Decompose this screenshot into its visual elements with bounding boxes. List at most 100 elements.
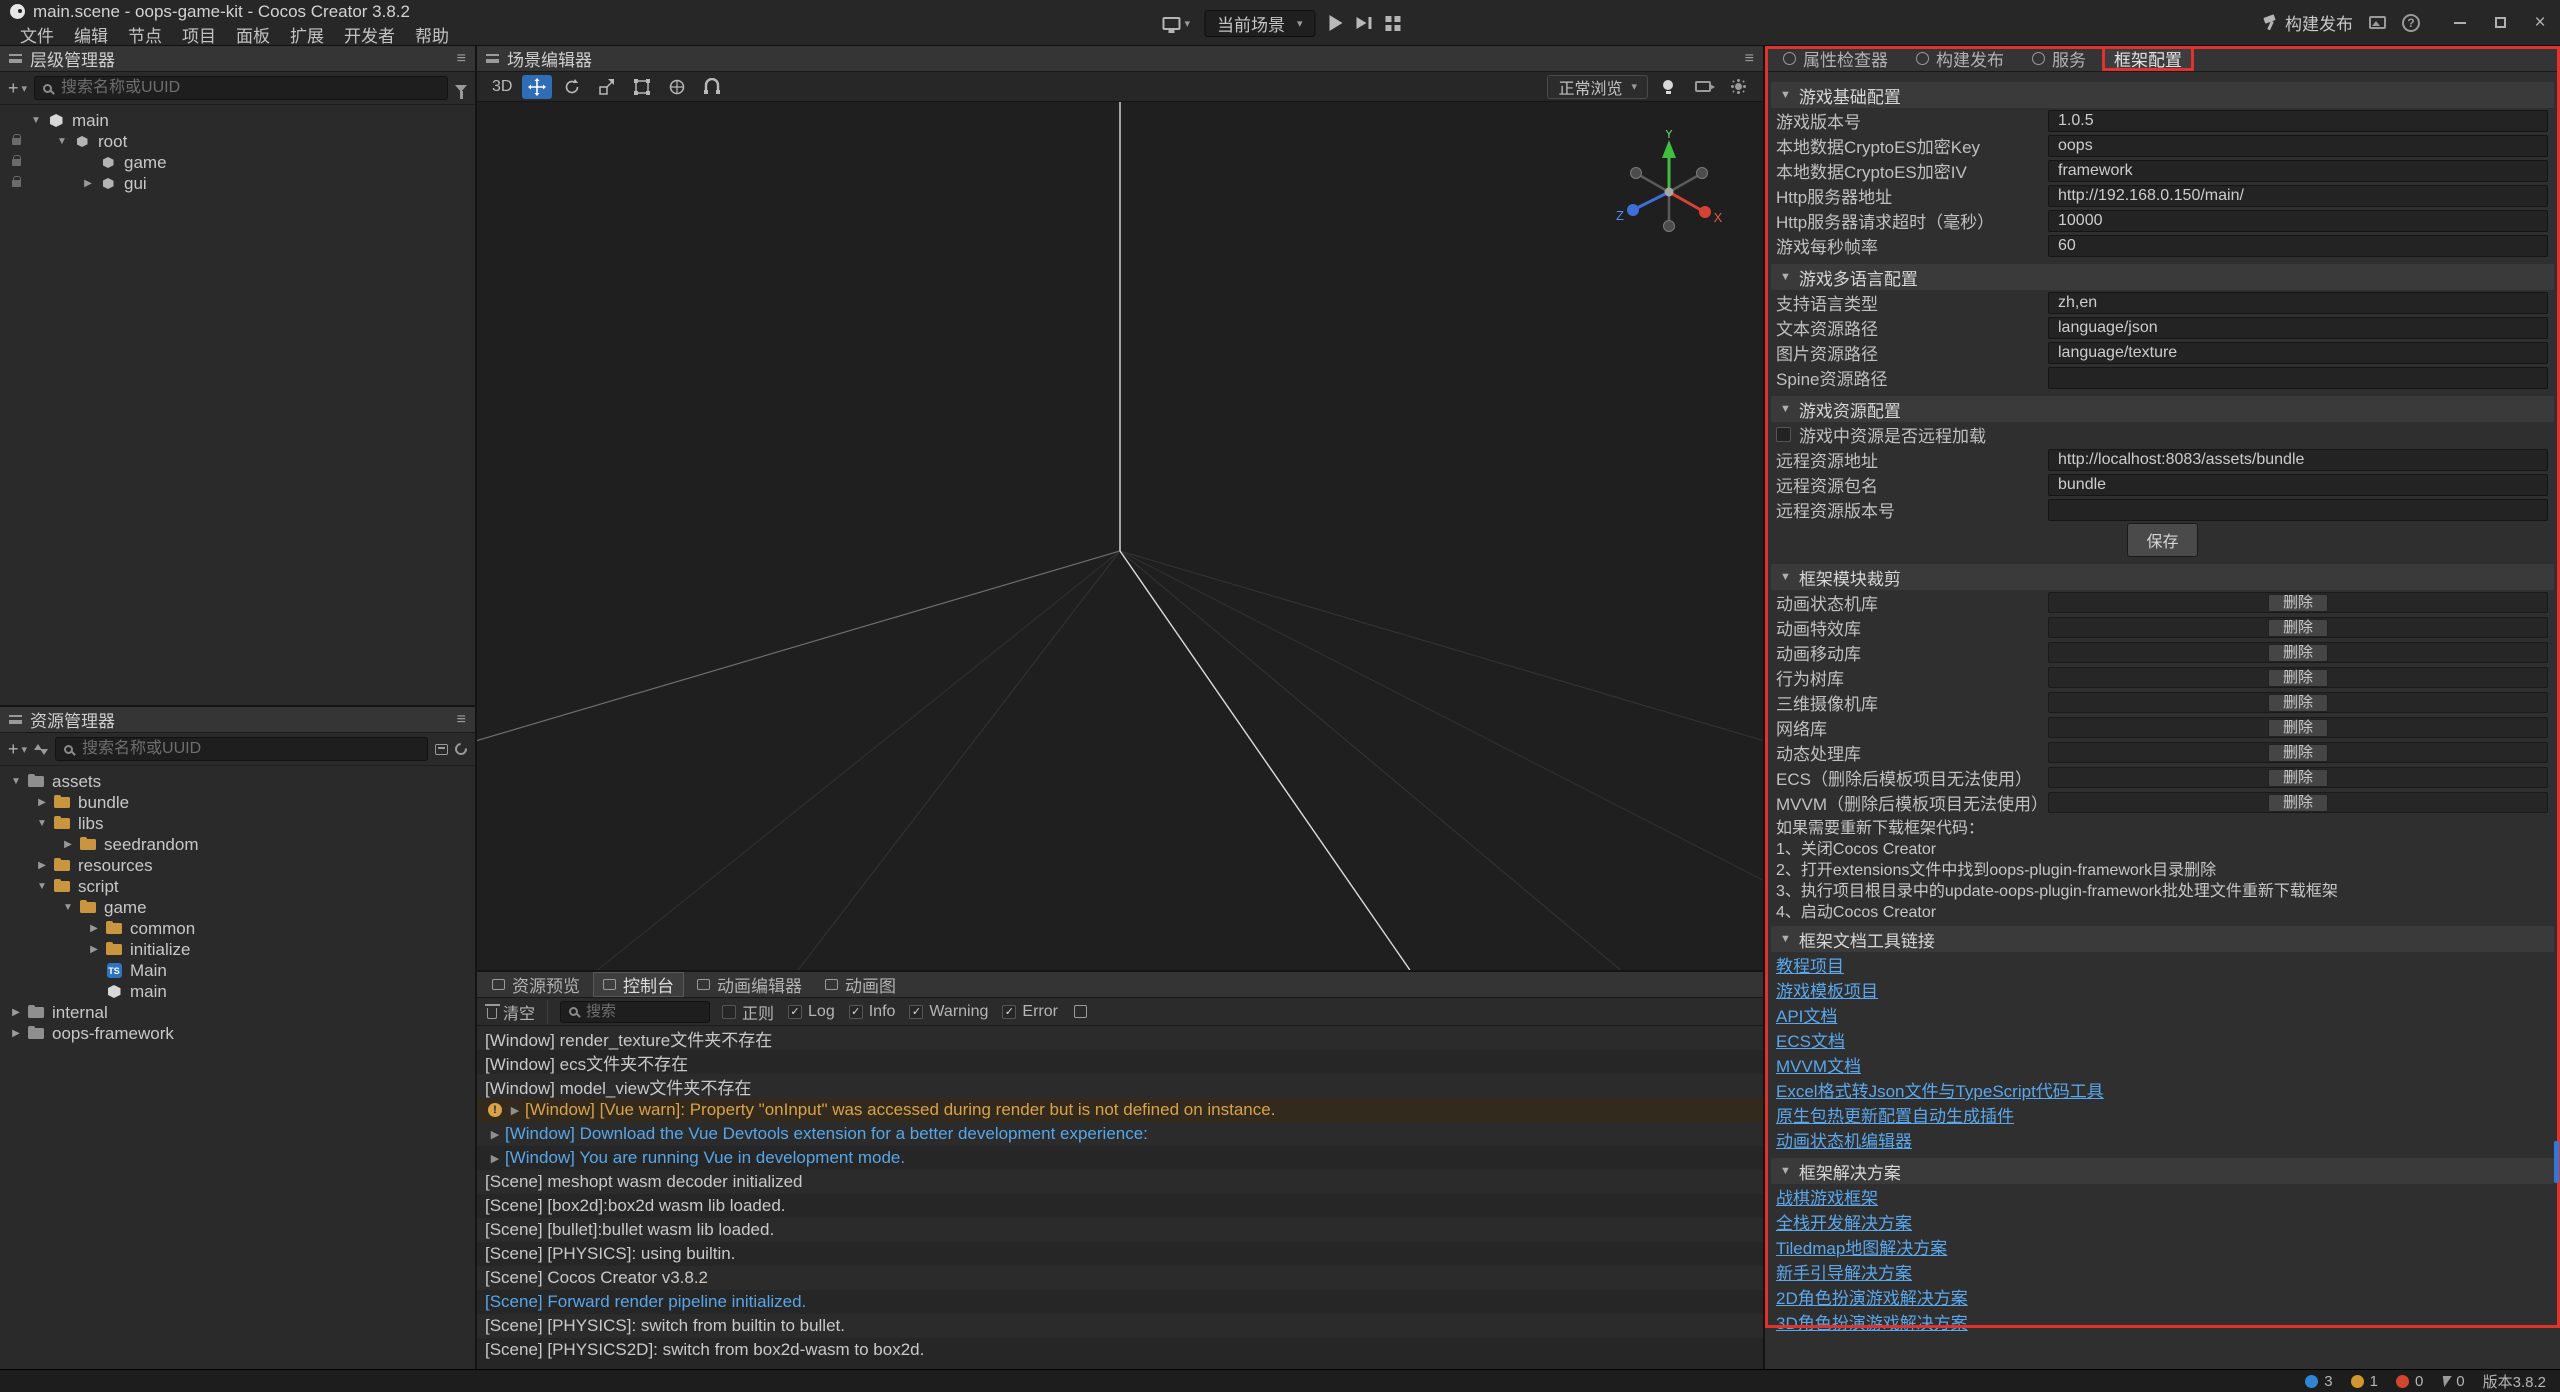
doc-link[interactable]: ECS文档 [1776,1027,1845,1052]
solution-link[interactable]: 新手引导解决方案 [1776,1259,1912,1284]
expand-arrow-icon[interactable] [84,923,104,934]
expand-arrow-icon[interactable] [26,115,46,126]
tree-node[interactable]: root [0,131,475,152]
inspector-tab[interactable]: 属性检查器 [1771,46,1900,71]
property-input[interactable] [2048,235,2548,257]
lock-icon[interactable] [12,159,21,166]
log-row[interactable]: [Scene] [PHYSICS2D]: switch from box2d-w… [477,1338,1763,1362]
solution-link[interactable]: 全栈开发解决方案 [1776,1209,1912,1234]
warn-count[interactable]: 1 [2351,1373,2378,1390]
log-row[interactable]: [Scene] [PHYSICS]: switch from builtin t… [477,1314,1763,1338]
doc-link[interactable]: MVVM文档 [1776,1052,1861,1077]
close-button[interactable]: × [2530,13,2550,33]
section-docs[interactable]: ▼ 框架文档工具链接 [1771,926,2554,952]
filter-checkbox[interactable] [909,1005,923,1019]
property-input[interactable] [2048,499,2548,521]
log-row[interactable]: [Scene] Cocos Creator v3.8.2 [477,1266,1763,1290]
expand-arrow-icon[interactable] [32,881,52,892]
dimension-toggle-button[interactable]: 3D [487,75,517,99]
section-resources[interactable]: ▼ 游戏资源配置 [1771,396,2554,422]
collapse-all-icon[interactable] [435,744,448,755]
log-row[interactable]: [Scene] [bullet]:bullet wasm lib loaded. [477,1218,1763,1242]
rotate-tool-button[interactable] [557,75,587,99]
lighting-toggle-button[interactable] [1653,75,1683,99]
scrollbar-thumb[interactable] [2554,1141,2559,1183]
asset-node[interactable]: initialize [0,939,475,960]
tree-node[interactable]: gui [0,173,475,194]
expand-arrow-icon[interactable] [52,136,72,147]
preview-image-icon[interactable] [2369,16,2386,29]
rect-tool-button[interactable] [627,75,657,99]
scale-tool-button[interactable] [592,75,622,99]
asset-node[interactable]: game [0,897,475,918]
build-publish-button[interactable]: 构建发布 [2263,10,2353,35]
menu-item[interactable]: 节点 [118,22,172,47]
remote-load-checkbox[interactable] [1776,427,1791,442]
log-expand-icon[interactable] [485,1152,505,1165]
sort-icon[interactable] [34,743,48,756]
menu-item[interactable]: 文件 [10,22,64,47]
log-expand-icon[interactable] [505,1104,525,1117]
property-input[interactable] [2048,292,2548,314]
assets-search-input[interactable] [80,739,419,759]
delete-button[interactable]: 删除 [2268,594,2328,612]
export-log-icon[interactable] [1074,1005,1087,1018]
log-row[interactable]: [Scene] meshopt wasm decoder initialized [477,1170,1763,1194]
asset-node[interactable]: internal [0,1002,475,1023]
console-tab[interactable]: 资源预览 [482,972,590,997]
asset-node[interactable]: Main [0,960,475,981]
log-row[interactable]: [Window] Download the Vue Devtools exten… [477,1122,1763,1146]
log-row[interactable]: [Scene] [box2d]:box2d wasm lib loaded. [477,1194,1763,1218]
hierarchy-search-input[interactable] [59,78,439,98]
delete-button[interactable]: 删除 [2268,744,2328,762]
menu-item[interactable]: 开发者 [334,22,405,47]
solution-link[interactable]: Tiledmap地图解决方案 [1776,1234,1947,1259]
axis-gizmo[interactable]: Y X Z [1609,130,1729,250]
expand-arrow-icon[interactable] [32,818,52,829]
property-input[interactable] [2048,160,2548,182]
help-icon[interactable] [2402,14,2420,32]
panel-menu-icon[interactable]: ≡ [1745,50,1754,68]
console-tab[interactable]: 动画编辑器 [687,972,812,997]
scene-settings-button[interactable] [1723,75,1753,99]
delete-button[interactable]: 删除 [2268,769,2328,787]
log-count[interactable]: 3 [2305,1373,2332,1390]
section-game-basic[interactable]: ▼ 游戏基础配置 [1771,82,2554,108]
asset-node[interactable]: libs [0,813,475,834]
log-row[interactable]: [Scene] [PHYSICS]: using builtin. [477,1242,1763,1266]
log-row[interactable]: [Window] You are running Vue in developm… [477,1146,1763,1170]
minimize-button[interactable] [2450,13,2470,33]
expand-arrow-icon[interactable] [6,1007,26,1018]
lock-icon[interactable] [12,180,21,187]
doc-link[interactable]: 教程项目 [1776,952,1844,977]
tree-node[interactable]: game [0,152,475,173]
section-i18n[interactable]: ▼ 游戏多语言配置 [1771,264,2554,290]
move-tool-button[interactable] [522,75,552,99]
doc-link[interactable]: API文档 [1776,1002,1837,1027]
solution-link[interactable]: 战棋游戏框架 [1776,1184,1878,1209]
menu-item[interactable]: 扩展 [280,22,334,47]
panel-menu-icon[interactable]: ≡ [457,711,466,729]
property-input[interactable] [2048,342,2548,364]
inspector-tab[interactable]: 框架配置 [2102,46,2194,71]
expand-arrow-icon[interactable] [58,902,78,913]
log-row[interactable]: [Window] ecs文件夹不存在 [477,1050,1763,1074]
asset-node[interactable]: assets [0,771,475,792]
task-count[interactable]: 0 [2441,1373,2464,1390]
asset-node[interactable]: seedrandom [0,834,475,855]
property-input[interactable] [2048,367,2548,389]
expand-arrow-icon[interactable] [32,797,52,808]
tree-node[interactable]: main [0,110,475,131]
property-input[interactable] [2048,110,2548,132]
property-input[interactable] [2048,210,2548,232]
step-button[interactable] [1357,17,1372,29]
console-filter[interactable]: 正则 [722,1000,774,1024]
expand-arrow-icon[interactable] [78,178,98,189]
log-row[interactable]: [Window] [Vue warn]: Property "onInput" … [477,1098,1763,1122]
add-node-button[interactable]: +▾ [8,78,27,99]
expand-arrow-icon[interactable] [58,839,78,850]
transform-tool-button[interactable] [662,75,692,99]
console-filter[interactable]: Info [849,1003,896,1021]
maximize-button[interactable] [2490,13,2510,33]
delete-button[interactable]: 删除 [2268,794,2328,812]
